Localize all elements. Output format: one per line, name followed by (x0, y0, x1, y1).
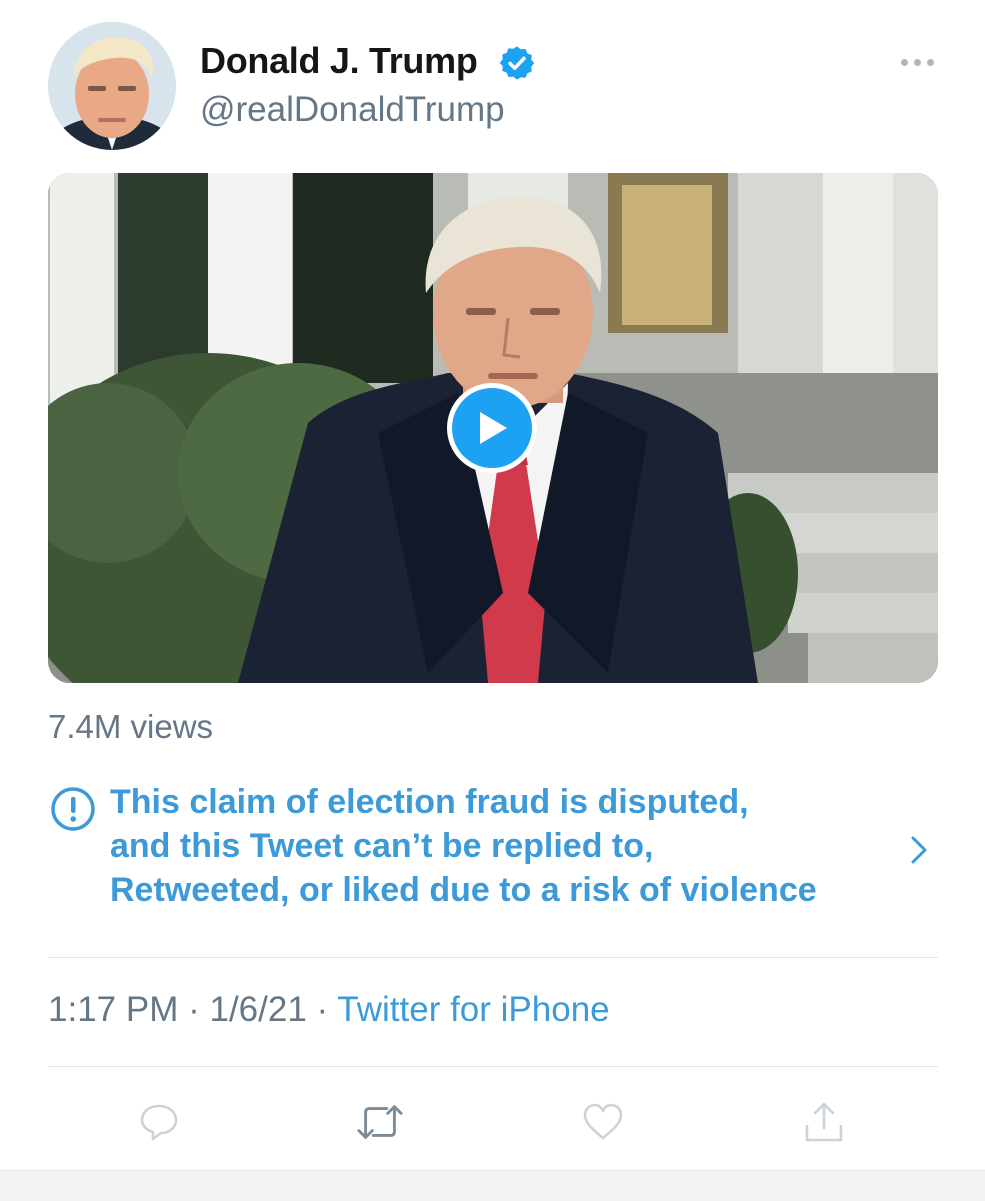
bottom-strip (0, 1170, 985, 1201)
notice-text: This claim of election fraud is disputed… (110, 780, 910, 912)
avatar[interactable] (48, 22, 176, 150)
tweet-time: 1:17 PM (48, 990, 179, 1029)
share-icon (805, 1102, 843, 1142)
disputed-claim-notice[interactable]: This claim of election fraud is disputed… (48, 780, 938, 920)
view-count: 7.4M views (48, 708, 214, 745)
author-name[interactable]: Donald J. Trump (200, 40, 478, 82)
more-options-icon[interactable] (892, 48, 942, 76)
notice-line: Retweeted, or liked due to a risk of vio… (110, 871, 817, 909)
retweet-button[interactable] (356, 1098, 404, 1146)
tweet-source-link[interactable]: Twitter for iPhone (337, 990, 609, 1029)
reply-icon (140, 1104, 178, 1141)
like-icon (583, 1103, 623, 1140)
meta-separator: · (188, 990, 200, 1029)
avatar-portrait (48, 22, 176, 150)
chevron-right-icon (911, 836, 927, 864)
like-button[interactable] (579, 1098, 627, 1146)
retweet-icon (357, 1105, 403, 1139)
exclamation-circle-icon (51, 787, 95, 831)
verified-badge-icon (499, 46, 535, 80)
play-icon (480, 412, 507, 444)
tweet-card: Donald J. Trump @realDonaldTrump 7.4M vi… (0, 0, 985, 1170)
tweet-date: 1/6/21 (209, 990, 307, 1029)
play-button[interactable] (447, 383, 537, 473)
reply-button[interactable] (135, 1098, 183, 1146)
divider (48, 957, 938, 958)
share-button[interactable] (800, 1098, 848, 1146)
video-player[interactable] (48, 173, 938, 683)
divider (48, 1066, 938, 1067)
meta-separator: · (316, 990, 329, 1029)
notice-line: This claim of election fraud is disputed… (110, 783, 749, 821)
author-handle[interactable]: @realDonaldTrump (200, 90, 505, 130)
tweet-metadata: 1:17 PM · 1/6/21 · Twitter for iPhone (48, 990, 610, 1030)
notice-line: and this Tweet can’t be replied to, (110, 827, 654, 865)
